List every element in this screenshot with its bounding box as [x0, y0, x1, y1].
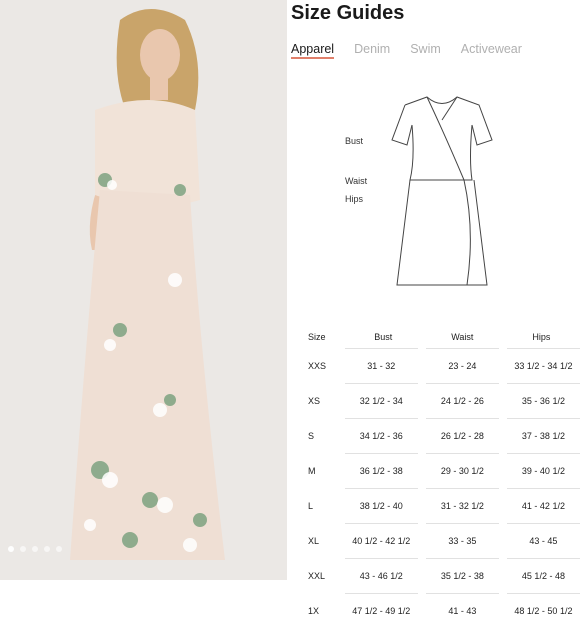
column-header: Bust — [345, 326, 422, 349]
size-table: Size Bust Waist Hips XXS 31 - 32 23 - 24… — [307, 326, 580, 628]
bust-cell: 38 1/2 - 40 — [345, 489, 422, 524]
hips-cell: 48 1/2 - 50 1/2 — [503, 594, 580, 628]
size-cell: XXL — [307, 559, 345, 594]
hips-cell: 45 1/2 - 48 — [503, 559, 580, 594]
table-row: XXS 31 - 32 23 - 24 33 1/2 - 34 1/2 — [307, 349, 580, 384]
table-row: M 36 1/2 - 38 29 - 30 1/2 39 - 40 1/2 — [307, 454, 580, 489]
waist-cell: 41 - 43 — [422, 594, 503, 628]
waist-cell: 29 - 30 1/2 — [422, 454, 503, 489]
table-row: XL 40 1/2 - 42 1/2 33 - 35 43 - 45 — [307, 524, 580, 559]
hips-cell: 37 - 38 1/2 — [503, 419, 580, 454]
tab-apparel[interactable]: Apparel — [291, 42, 334, 59]
waist-cell: 35 1/2 - 38 — [422, 559, 503, 594]
size-cell: XS — [307, 384, 345, 419]
hips-cell: 33 1/2 - 34 1/2 — [503, 349, 580, 384]
hips-cell: 39 - 40 1/2 — [503, 454, 580, 489]
size-cell: 1X — [307, 594, 345, 628]
carousel-dots[interactable] — [8, 546, 62, 552]
column-header: Hips — [503, 326, 580, 349]
bust-cell: 43 - 46 1/2 — [345, 559, 422, 594]
size-cell: XL — [307, 524, 345, 559]
waist-cell: 33 - 35 — [422, 524, 503, 559]
hips-label: Hips — [345, 194, 363, 204]
column-header: Waist — [422, 326, 503, 349]
table-row: XS 32 1/2 - 34 24 1/2 - 26 35 - 36 1/2 — [307, 384, 580, 419]
table-header-row: Size Bust Waist Hips — [307, 326, 580, 349]
page-title: Size Guides — [291, 2, 404, 25]
tab-bar: Apparel Denim Swim Activewear — [291, 42, 522, 59]
carousel-dot[interactable] — [8, 546, 14, 552]
product-photo[interactable] — [0, 0, 287, 580]
bust-label: Bust — [345, 136, 363, 146]
bust-cell: 36 1/2 - 38 — [345, 454, 422, 489]
carousel-dot[interactable] — [20, 546, 26, 552]
waist-cell: 26 1/2 - 28 — [422, 419, 503, 454]
size-guide-panel: Size Guides Apparel Denim Swim Activewea… — [287, 0, 580, 580]
waist-cell: 24 1/2 - 26 — [422, 384, 503, 419]
size-cell: L — [307, 489, 345, 524]
table-row: L 38 1/2 - 40 31 - 32 1/2 41 - 42 1/2 — [307, 489, 580, 524]
hips-cell: 41 - 42 1/2 — [503, 489, 580, 524]
tab-denim[interactable]: Denim — [354, 42, 390, 59]
waist-label: Waist — [345, 176, 367, 186]
bust-cell: 32 1/2 - 34 — [345, 384, 422, 419]
carousel-dot[interactable] — [44, 546, 50, 552]
size-cell: S — [307, 419, 345, 454]
size-cell: M — [307, 454, 345, 489]
carousel-dot[interactable] — [32, 546, 38, 552]
bust-cell: 34 1/2 - 36 — [345, 419, 422, 454]
size-cell: XXS — [307, 349, 345, 384]
bust-cell: 40 1/2 - 42 1/2 — [345, 524, 422, 559]
table-row: XXL 43 - 46 1/2 35 1/2 - 38 45 1/2 - 48 — [307, 559, 580, 594]
measurement-diagram: Bust Waist Hips — [287, 80, 580, 300]
bust-cell: 31 - 32 — [345, 349, 422, 384]
waist-cell: 23 - 24 — [422, 349, 503, 384]
table-row: 1X 47 1/2 - 49 1/2 41 - 43 48 1/2 - 50 1… — [307, 594, 580, 628]
tab-activewear[interactable]: Activewear — [461, 42, 522, 59]
wrap-dress-sketch — [287, 80, 580, 300]
column-header: Size — [307, 326, 345, 349]
bust-cell: 47 1/2 - 49 1/2 — [345, 594, 422, 628]
carousel-dot[interactable] — [56, 546, 62, 552]
waist-cell: 31 - 32 1/2 — [422, 489, 503, 524]
tab-swim[interactable]: Swim — [410, 42, 441, 59]
table-row: S 34 1/2 - 36 26 1/2 - 28 37 - 38 1/2 — [307, 419, 580, 454]
dress-illustration — [0, 0, 287, 580]
hips-cell: 35 - 36 1/2 — [503, 384, 580, 419]
hips-cell: 43 - 45 — [503, 524, 580, 559]
